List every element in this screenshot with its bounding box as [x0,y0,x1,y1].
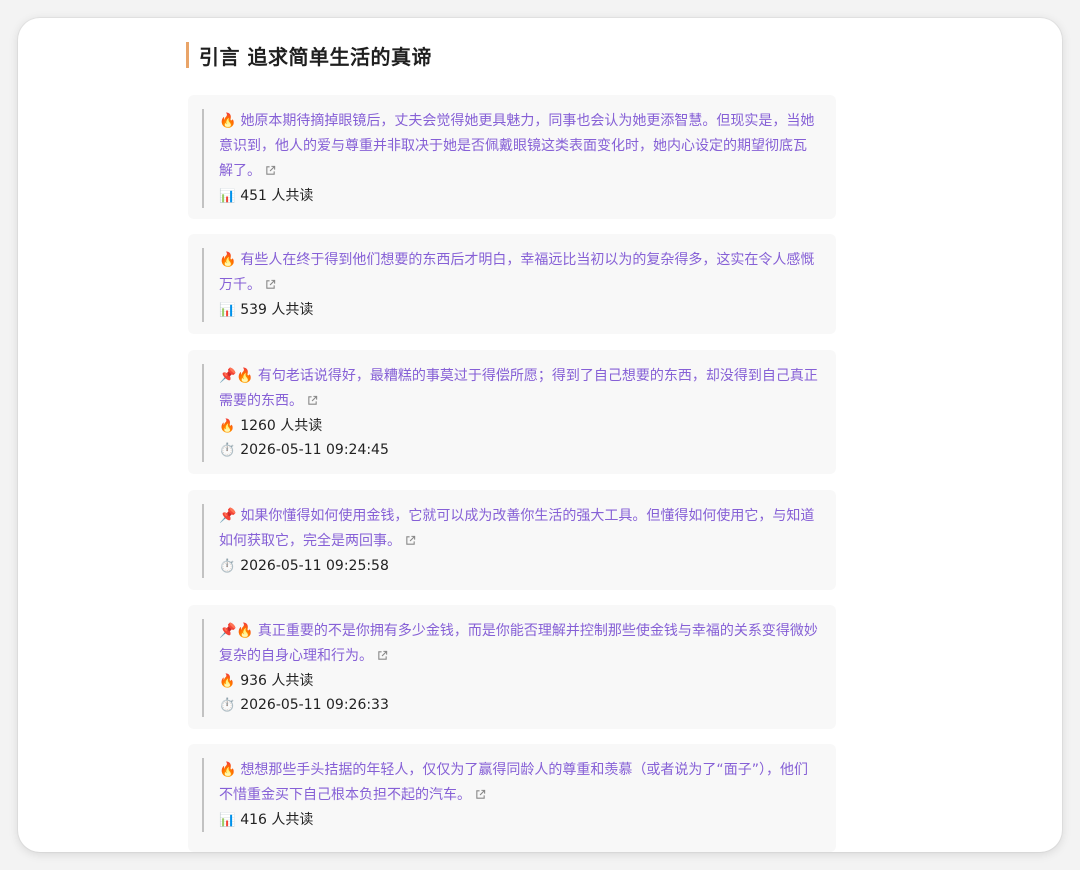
external-link-icon[interactable] [475,789,486,800]
pin-icon: 📌 [219,508,237,524]
quote-text[interactable]: 🔥 她原本期待摘掉眼镜后，丈夫会觉得她更具魅力，同事也会认为她更添智慧。但现实是，… [219,109,818,184]
pin-fire-icon: 📌🔥 [219,368,254,384]
highlight-card[interactable]: 📌🔥 有句老话说得好，最糟糕的事莫过于得偿所愿；得到了自己想要的东西，却没得到自己… [188,350,836,474]
read-count: 📊 416 人共读 [219,812,314,828]
pin-fire-icon: 📌🔥 [219,623,254,639]
read-count: 📊 451 人共读 [219,188,314,204]
quote-text[interactable]: 📌 如果你懂得如何使用金钱，它就可以成为改善你生活的强大工具。但懂得如何使用它，与… [219,504,818,554]
quote-block: 📌🔥 真正重要的不是你拥有多少金钱，而是你能否理解并控制那些使金钱与幸福的关系变得… [202,619,818,717]
timestamp: ⏱️ 2026-05-11 09:26:33 [219,697,389,713]
highlight-card[interactable]: 🔥 有些人在终于得到他们想要的东西后才明白，幸福远比当初以为的复杂得多，这实在令人… [188,234,836,334]
highlight-card[interactable]: 🔥 想想那些手头拮据的年轻人，仅仅为了赢得同龄人的尊重和羡慕（或者说为了“面子”）… [188,744,836,852]
stopwatch-icon: ⏱️ [219,558,236,574]
read-count: 📊 539 人共读 [219,302,314,318]
external-link-icon[interactable] [377,650,388,661]
read-count: 🔥 936 人共读 [219,673,314,689]
external-link-icon[interactable] [405,535,416,546]
timestamp: ⏱️ 2026-05-11 09:24:45 [219,442,389,458]
quote-text[interactable]: 📌🔥 真正重要的不是你拥有多少金钱，而是你能否理解并控制那些使金钱与幸福的关系变得… [219,619,818,669]
quote-block: 🔥 想想那些手头拮据的年轻人，仅仅为了赢得同龄人的尊重和羡慕（或者说为了“面子”）… [202,758,818,832]
bar-chart-icon: 📊 [219,302,236,318]
reader-window: 引言 追求简单生活的真谛 🔥 她原本期待摘掉眼镜后，丈夫会觉得她更具魅力，同事也会… [18,18,1062,852]
timestamp: ⏱️ 2026-05-11 09:25:58 [219,558,389,574]
fire-icon: 🔥 [219,673,236,689]
stopwatch-icon: ⏱️ [219,442,236,458]
stopwatch-icon: ⏱️ [219,697,236,713]
section-title: 引言 追求简单生活的真谛 [186,42,432,69]
quote-block: 🔥 她原本期待摘掉眼镜后，丈夫会觉得她更具魅力，同事也会认为她更添智慧。但现实是，… [202,109,818,208]
read-count: 🔥 1260 人共读 [219,418,323,434]
quote-text[interactable]: 🔥 有些人在终于得到他们想要的东西后才明白，幸福远比当初以为的复杂得多，这实在令人… [219,248,818,298]
highlight-card[interactable]: 📌🔥 真正重要的不是你拥有多少金钱，而是你能否理解并控制那些使金钱与幸福的关系变得… [188,605,836,729]
bar-chart-icon: 📊 [219,812,236,828]
quote-text[interactable]: 📌🔥 有句老话说得好，最糟糕的事莫过于得偿所愿；得到了自己想要的东西，却没得到自己… [219,364,818,414]
external-link-icon[interactable] [265,279,276,290]
highlight-card[interactable]: 📌 如果你懂得如何使用金钱，它就可以成为改善你生活的强大工具。但懂得如何使用它，与… [188,490,836,590]
highlight-card[interactable]: 🔥 她原本期待摘掉眼镜后，丈夫会觉得她更具魅力，同事也会认为她更添智慧。但现实是，… [188,95,836,219]
fire-icon: 🔥 [219,252,237,268]
bar-chart-icon: 📊 [219,188,236,204]
quote-text[interactable]: 🔥 想想那些手头拮据的年轻人，仅仅为了赢得同龄人的尊重和羡慕（或者说为了“面子”）… [219,758,818,808]
external-link-icon[interactable] [265,165,276,176]
quote-block: 🔥 有些人在终于得到他们想要的东西后才明白，幸福远比当初以为的复杂得多，这实在令人… [202,248,818,322]
fire-icon: 🔥 [219,113,237,129]
quote-block: 📌🔥 有句老话说得好，最糟糕的事莫过于得偿所愿；得到了自己想要的东西，却没得到自己… [202,364,818,462]
external-link-icon[interactable] [307,395,318,406]
fire-icon: 🔥 [219,418,236,434]
fire-icon: 🔥 [219,762,237,778]
quote-block: 📌 如果你懂得如何使用金钱，它就可以成为改善你生活的强大工具。但懂得如何使用它，与… [202,504,818,578]
